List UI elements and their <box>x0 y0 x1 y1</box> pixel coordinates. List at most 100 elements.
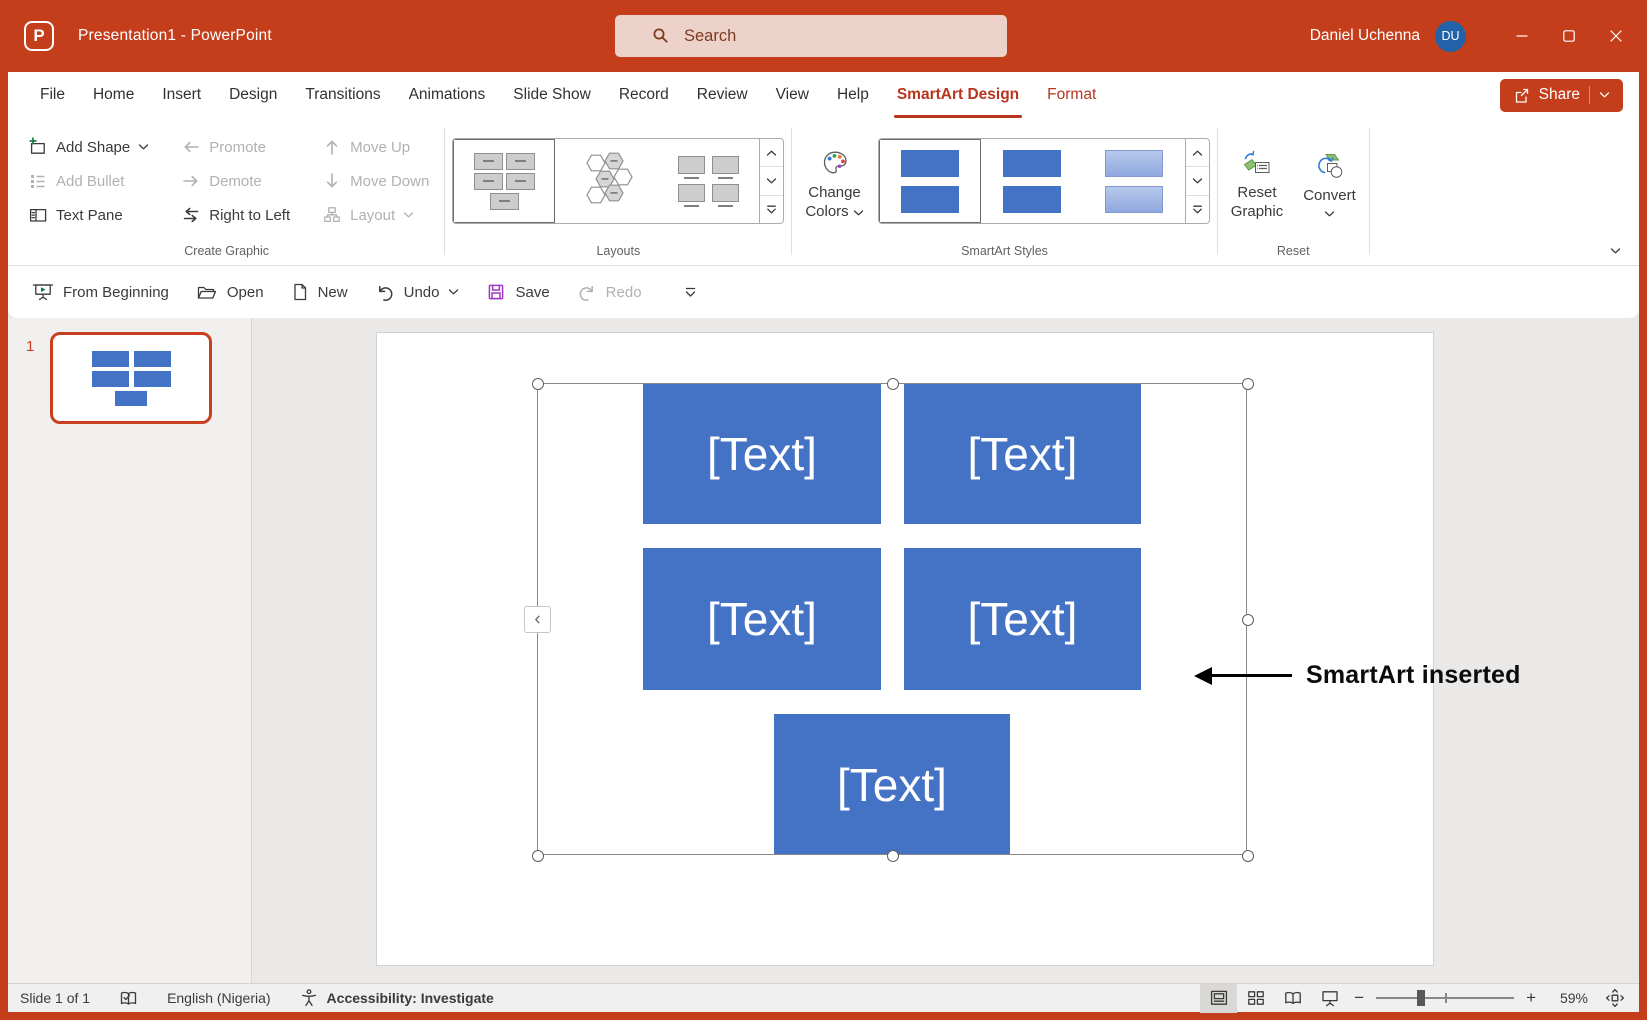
spellcheck-button[interactable] <box>118 989 139 1008</box>
save-button[interactable]: Save <box>486 282 549 302</box>
chevron-down-icon <box>853 209 864 217</box>
collapse-ribbon-button[interactable] <box>1610 247 1621 255</box>
slide-sorter-icon <box>1246 989 1266 1007</box>
powerpoint-window: { "titlebar": { "title": "Presentation1 … <box>0 0 1647 1020</box>
tab-review[interactable]: Review <box>683 72 762 118</box>
tab-view[interactable]: View <box>762 72 823 118</box>
layouts-gallery-more-button[interactable] <box>760 196 783 223</box>
text-pane-icon <box>28 205 48 225</box>
reset-graphic-button[interactable]: Reset Graphic <box>1221 141 1294 222</box>
tab-record[interactable]: Record <box>605 72 683 118</box>
slide[interactable]: [Text][Text][Text][Text][Text] <box>377 333 1433 965</box>
avatar[interactable]: DU <box>1435 21 1466 52</box>
slide-thumbnail-panel: 1 <box>8 318 252 983</box>
from-beginning-button[interactable]: From Beginning <box>32 282 169 302</box>
tab-home[interactable]: Home <box>79 72 148 118</box>
save-icon <box>486 282 506 302</box>
normal-view-icon <box>1209 989 1229 1007</box>
maximize-button[interactable] <box>1545 0 1592 72</box>
styles-scroll-down-button[interactable] <box>1186 167 1209 195</box>
language-indicator[interactable]: English (Nigeria) <box>167 990 270 1006</box>
arrow-down-icon <box>322 171 342 191</box>
open-button[interactable]: Open <box>196 283 264 302</box>
promote-button: Promote <box>177 131 294 164</box>
primary-theme-style-option[interactable] <box>879 139 981 223</box>
flat-scene-style-option[interactable] <box>981 139 1083 223</box>
change-colors-button[interactable]: Change Colors <box>795 141 873 222</box>
search-input[interactable] <box>684 27 964 46</box>
move-down-label: Move Down <box>350 173 429 190</box>
user-name[interactable]: Daniel Uchenna <box>1310 27 1420 45</box>
tab-transitions[interactable]: Transitions <box>291 72 394 118</box>
accessibility-status[interactable]: Accessibility: Investigate <box>299 988 494 1008</box>
add-bullet-label: Add Bullet <box>56 173 124 190</box>
subtle-gradient-style-option[interactable] <box>1083 139 1185 223</box>
undo-button[interactable]: Undo <box>375 283 460 302</box>
layouts-scroll-down-button[interactable] <box>760 167 783 195</box>
open-label: Open <box>227 284 264 301</box>
ribbon-tab-bar: FileHomeInsertDesignTransitionsAnimation… <box>8 72 1639 118</box>
fit-window-icon <box>1605 988 1625 1008</box>
share-chevron-down-icon[interactable] <box>1599 91 1610 99</box>
right-to-left-button[interactable]: Right to Left <box>177 199 294 232</box>
search-bar[interactable] <box>615 15 1007 57</box>
right-to-left-icon <box>181 205 201 225</box>
layouts-scroll-up-button[interactable] <box>760 139 783 167</box>
picture-grid-layout-option[interactable] <box>453 139 555 223</box>
selection-handle-bottom-right[interactable] <box>1242 850 1254 862</box>
reset-graphic-label-line1: Reset <box>1237 183 1276 203</box>
tab-design[interactable]: Design <box>215 72 291 118</box>
minimize-button[interactable] <box>1498 0 1545 72</box>
text-pane-button[interactable]: Text Pane <box>24 199 153 232</box>
qat-overflow-button[interactable] <box>683 285 698 300</box>
arrow-right-icon <box>181 171 201 191</box>
move-down-button: Move Down <box>318 165 433 198</box>
tab-animations[interactable]: Animations <box>395 72 500 118</box>
zoom-level[interactable]: 59% <box>1546 990 1588 1006</box>
add-shape-button[interactable]: Add Shape <box>24 131 153 164</box>
hexagon-cluster-layout-option[interactable] <box>555 139 657 223</box>
share-button[interactable]: Share <box>1500 79 1623 112</box>
zoom-slider-thumb[interactable] <box>1417 990 1425 1006</box>
fit-slide-to-window-button[interactable] <box>1596 984 1633 1013</box>
powerpoint-logo-icon[interactable]: P <box>24 21 54 51</box>
tab-help[interactable]: Help <box>823 72 883 118</box>
text-pane-toggle-button[interactable] <box>524 606 551 633</box>
tab-format[interactable]: Format <box>1033 72 1110 118</box>
selection-handle-bottom-center[interactable] <box>887 850 899 862</box>
styles-gallery-more-button[interactable] <box>1186 196 1209 223</box>
smartart-styles-group: Change Colors SmartArt Styles <box>795 118 1213 265</box>
zoom-in-button[interactable]: + <box>1520 988 1542 1008</box>
titled-picture-layout-option[interactable] <box>657 139 759 223</box>
selection-handle-bottom-left[interactable] <box>532 850 544 862</box>
ribbon: Add ShapePromoteMove UpAdd BulletDemoteM… <box>8 118 1639 265</box>
selection-handle-top-right[interactable] <box>1242 378 1254 390</box>
tab-file[interactable]: File <box>26 72 79 118</box>
reading-view-button[interactable] <box>1274 984 1311 1013</box>
normal-view-button[interactable] <box>1200 984 1237 1013</box>
slide-thumbnail[interactable] <box>50 332 212 424</box>
selection-handle-middle-right[interactable] <box>1242 614 1254 626</box>
redo-icon <box>577 283 597 302</box>
slideshow-view-button[interactable] <box>1311 984 1348 1013</box>
new-button[interactable]: New <box>291 282 348 302</box>
group-divider <box>1369 128 1370 255</box>
tab-slide-show[interactable]: Slide Show <box>499 72 605 118</box>
zoom-slider[interactable] <box>1376 997 1514 999</box>
new-label: New <box>318 284 348 301</box>
tab-insert[interactable]: Insert <box>148 72 215 118</box>
reset-graphic-icon <box>1241 148 1273 178</box>
slide-sorter-view-button[interactable] <box>1237 984 1274 1013</box>
slide-indicator[interactable]: Slide 1 of 1 <box>20 990 90 1006</box>
save-label: Save <box>515 284 549 301</box>
selection-handle-top-left[interactable] <box>532 378 544 390</box>
styles-scroll-up-button[interactable] <box>1186 139 1209 167</box>
zoom-out-button[interactable]: − <box>1348 988 1370 1008</box>
selection-handle-top-center[interactable] <box>887 378 899 390</box>
document-title: Presentation1 - PowerPoint <box>78 27 272 45</box>
convert-button[interactable]: Convert <box>1293 144 1366 218</box>
close-button[interactable] <box>1592 0 1639 72</box>
tab-smartart-design[interactable]: SmartArt Design <box>883 72 1033 118</box>
layout-label: Layout <box>350 207 395 224</box>
chevron-down-icon <box>1324 210 1335 218</box>
